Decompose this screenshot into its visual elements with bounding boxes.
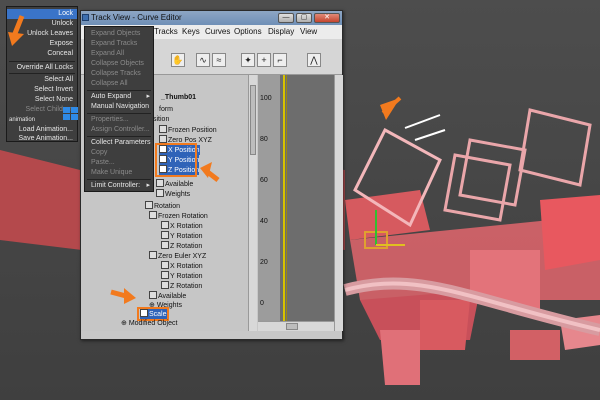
arrow-icon: [200, 162, 220, 182]
arrow-icon: [110, 288, 136, 304]
annotation-arrows: [8, 15, 220, 304]
arrow-icon: [8, 15, 25, 46]
